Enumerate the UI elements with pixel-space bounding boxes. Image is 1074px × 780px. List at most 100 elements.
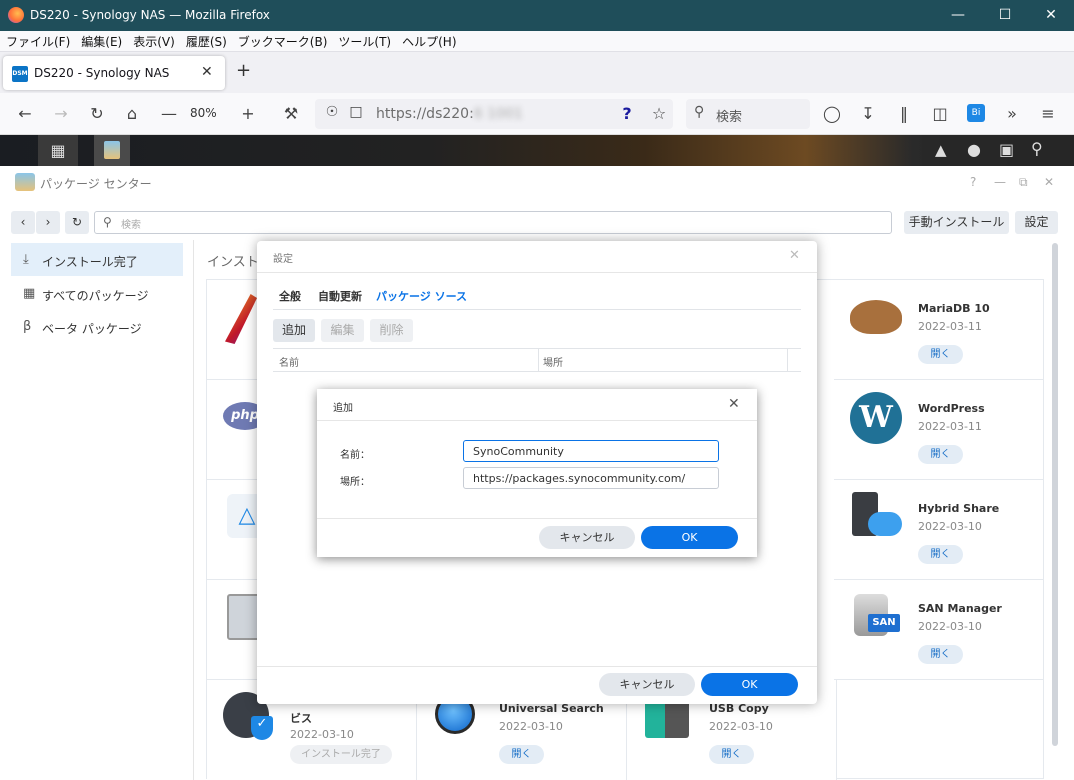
zoom-out-icon[interactable]: — — [159, 104, 179, 123]
back-icon[interactable]: ← — [15, 104, 35, 123]
settings-button[interactable]: 設定 — [1015, 211, 1058, 234]
scrollbar[interactable] — [1052, 243, 1058, 746]
help-icon[interactable]: ? — [970, 175, 976, 189]
tab-auto-update[interactable]: 自動更新 — [318, 288, 362, 304]
open-button[interactable]: 開く — [709, 745, 754, 764]
bookmark-star-icon[interactable]: ☆ — [649, 104, 669, 123]
package-search-input[interactable]: ⚲ 検索 — [94, 211, 892, 234]
close-window-button[interactable]: ✕ — [1028, 0, 1074, 31]
settings-close-icon[interactable]: ✕ — [789, 248, 800, 263]
manual-install-button[interactable]: 手動インストール — [904, 211, 1009, 234]
sidebar-item-beta[interactable]: β ベータ パッケージ — [11, 310, 183, 343]
beta-icon: β — [23, 319, 32, 334]
edit-source-button[interactable]: 編集 — [321, 319, 364, 342]
package-name: SAN Manager — [918, 602, 1002, 615]
dsm-search-icon[interactable]: ⚲ — [1031, 139, 1043, 158]
overflow-chevron-icon[interactable]: » — [1002, 104, 1022, 123]
menu-tools[interactable]: ツール(T) — [332, 31, 396, 50]
home-icon[interactable]: ⌂ — [122, 104, 142, 123]
url-text: https://ds220: — [376, 106, 474, 122]
lock-icon[interactable]: □ — [346, 104, 366, 120]
add-source-button[interactable]: 追加 — [273, 319, 315, 342]
back-arrow-button[interactable]: ‹ — [11, 211, 35, 234]
minimize-button[interactable]: — — [935, 0, 981, 31]
downloads-icon[interactable]: ↧ — [858, 104, 878, 123]
menu-bookmarks[interactable]: ブックマーク(B) — [232, 31, 333, 50]
sidebar-icon[interactable]: ◫ — [930, 104, 950, 123]
extension-icon[interactable]: Bi — [967, 104, 985, 122]
tab-general[interactable]: 全般 — [279, 288, 301, 304]
main-menu-grid-icon[interactable]: ▦ — [38, 135, 78, 166]
sidebar-item-label: すべてのパッケージ — [42, 289, 149, 303]
open-button[interactable]: 開く — [918, 445, 963, 464]
forward-icon[interactable]: → — [51, 104, 71, 123]
package-name: MariaDB 10 — [918, 302, 990, 315]
tab-package-source[interactable]: パッケージ ソース — [376, 288, 467, 304]
column-location: 場所 — [543, 358, 563, 369]
window-titlebar: DS220 - Synology NAS — Mozilla Firefox —… — [0, 0, 1074, 31]
settings-ok-button[interactable]: OK — [701, 673, 798, 696]
window-minimize-icon[interactable]: — — [994, 175, 1006, 189]
delete-source-button[interactable]: 削除 — [370, 319, 413, 342]
package-card[interactable]: SAN SAN Manager 2022-03-10 開く — [834, 580, 1044, 680]
reload-icon[interactable]: ↻ — [87, 104, 107, 123]
zoom-in-icon[interactable]: + — [238, 104, 258, 123]
package-center-icon — [104, 141, 120, 159]
add-dialog-title: 追加 — [333, 403, 353, 414]
package-date: 2022-03-10 — [499, 720, 563, 733]
package-center-taskbar-button[interactable] — [94, 135, 130, 166]
installed-button[interactable]: インストール完了 — [290, 745, 392, 764]
pocket-icon[interactable]: ◯ — [822, 104, 842, 123]
package-date: 2022-03-11 — [918, 420, 982, 433]
column-divider — [787, 349, 788, 371]
package-center-window-icon — [15, 173, 35, 191]
browser-search-box[interactable] — [686, 99, 810, 129]
shield-icon[interactable]: ☉ — [322, 104, 342, 120]
location-label: 場所： — [340, 477, 370, 488]
new-tab-button[interactable]: + — [236, 60, 251, 81]
divider — [317, 518, 757, 519]
widgets-icon[interactable]: ▣ — [999, 140, 1014, 159]
add-cancel-button[interactable]: キャンセル — [539, 526, 635, 549]
menu-history[interactable]: 履歴(S) — [180, 31, 232, 50]
sidebar-item-all-packages[interactable]: ▦ すべてのパッケージ — [11, 277, 183, 310]
package-card[interactable]: MariaDB 10 2022-03-11 開く — [834, 280, 1044, 380]
window-close-icon[interactable]: ✕ — [1044, 175, 1054, 189]
add-dialog-close-icon[interactable]: ✕ — [728, 396, 740, 412]
add-ok-button[interactable]: OK — [641, 526, 738, 549]
window-restore-icon[interactable]: ⧉ — [1019, 175, 1028, 190]
open-button[interactable]: 開く — [918, 645, 963, 664]
menu-file[interactable]: ファイル(F) — [0, 31, 75, 50]
maximize-button[interactable]: ☐ — [982, 0, 1028, 31]
open-button[interactable]: 開く — [918, 545, 963, 564]
dsm-favicon: DSM — [12, 66, 28, 82]
help-question-icon[interactable]: ? — [617, 104, 637, 123]
location-input[interactable] — [463, 467, 719, 489]
divider — [257, 666, 817, 667]
package-card[interactable]: Hybrid Share 2022-03-10 開く — [834, 480, 1044, 580]
hamburger-menu-icon[interactable]: ≡ — [1038, 104, 1058, 123]
browser-tab[interactable]: DSM DS220 - Synology NAS ✕ — [3, 56, 225, 90]
menu-view[interactable]: 表示(V) — [127, 31, 180, 50]
wrench-icon[interactable]: ⚒ — [281, 104, 301, 123]
tab-title: DS220 - Synology NAS — [34, 66, 170, 80]
name-input[interactable] — [463, 440, 719, 462]
san-badge-icon: SAN — [868, 614, 900, 632]
sidebar-item-installed[interactable]: ⤓ インストール完了 — [11, 243, 183, 276]
package-card[interactable]: W WordPress 2022-03-11 開く — [834, 380, 1044, 480]
menu-edit[interactable]: 編集(E) — [75, 31, 127, 50]
open-button[interactable]: 開く — [918, 345, 963, 364]
menu-help[interactable]: ヘルプ(H) — [396, 31, 461, 50]
divider — [317, 420, 757, 421]
column-divider — [538, 349, 539, 371]
zoom-level[interactable]: 80% — [190, 106, 217, 120]
forward-arrow-button[interactable]: › — [36, 211, 60, 234]
open-button[interactable]: 開く — [499, 745, 544, 764]
settings-cancel-button[interactable]: キャンセル — [599, 673, 695, 696]
library-icon[interactable]: ‖ — [894, 104, 914, 123]
refresh-button[interactable]: ↻ — [65, 211, 89, 234]
package-date: 2022-03-10 — [709, 720, 773, 733]
chat-icon[interactable]: ▲ — [935, 141, 947, 159]
user-icon[interactable]: ● — [967, 140, 981, 159]
close-tab-icon[interactable]: ✕ — [201, 64, 213, 80]
